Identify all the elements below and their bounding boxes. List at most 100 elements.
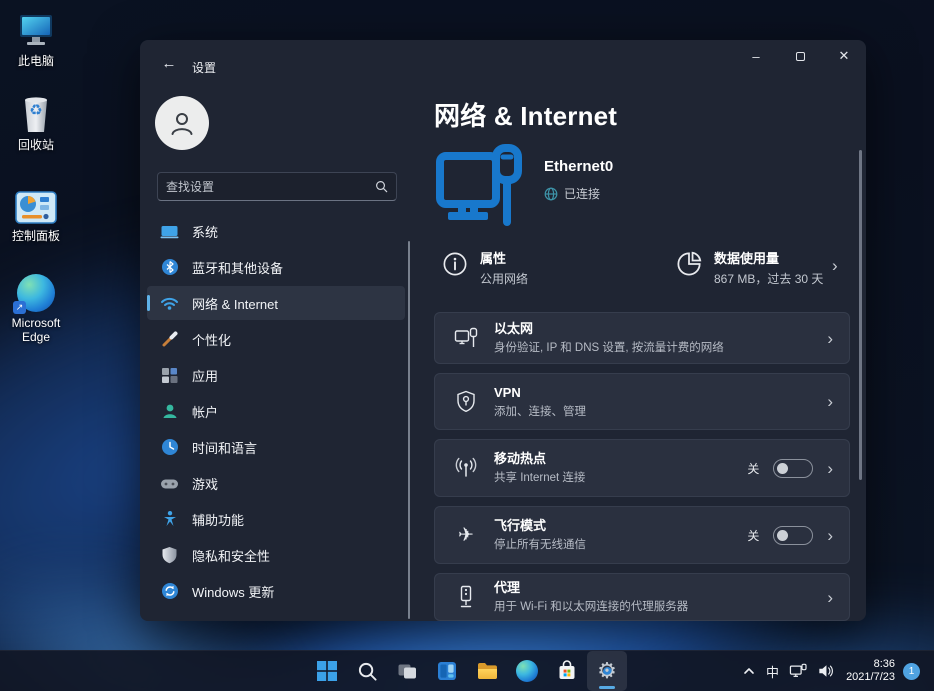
card-subtitle: 共享 Internet 连接 [494, 472, 586, 484]
ime-indicator[interactable]: 中 [761, 654, 784, 688]
sidebar-item-apps[interactable]: 应用 [147, 358, 405, 392]
settings-cards: 以太网 身份验证, IP 和 DNS 设置, 按流量计费的网络 › VPN 添加… [434, 312, 850, 621]
desktop-icon-control-panel[interactable]: 控制面板 [0, 183, 72, 243]
card-vpn[interactable]: VPN 添加、连接、管理 › [434, 373, 850, 430]
chevron-right-icon: › [827, 458, 833, 478]
tray-chevron-up[interactable] [737, 654, 761, 688]
card-title: VPN [494, 384, 521, 400]
start-button[interactable] [307, 651, 347, 691]
account-icon [160, 402, 179, 421]
desktop-icon-label: 此电脑 [17, 54, 54, 68]
page-title: 网络 & Internet [434, 101, 618, 131]
apps-icon [160, 366, 179, 385]
card-mobile-hotspot[interactable]: 移动热点 共享 Internet 连接 关 › [434, 439, 850, 497]
file-explorer-button[interactable] [467, 651, 507, 691]
recycle-symbol: ♻ [29, 102, 43, 120]
volume-tray-button[interactable] [812, 654, 840, 688]
sidebar-scrollbar[interactable] [408, 241, 410, 619]
system-icon [160, 222, 179, 241]
account-avatar[interactable] [155, 96, 209, 150]
properties-title: 属性 [480, 251, 507, 266]
desktop-icon-edge[interactable]: ↗ Microsoft Edge [0, 270, 72, 344]
wifi-icon [160, 294, 179, 313]
edge-icon [516, 660, 538, 682]
hotspot-toggle[interactable] [773, 458, 814, 478]
toggle-state-label: 关 [747, 461, 760, 476]
search-input[interactable] [166, 179, 375, 194]
card-subtitle: 用于 Wi-Fi 和以太网连接的代理服务器 [494, 601, 689, 613]
globe-icon [544, 187, 558, 200]
card-subtitle: 身份验证, IP 和 DNS 设置, 按流量计费的网络 [494, 342, 724, 354]
data-usage-block[interactable]: 数据使用量 867 MB，过去 30 天 [676, 251, 823, 287]
sidebar-item-accounts[interactable]: 帐户 [147, 394, 405, 428]
data-usage-subtitle: 867 MB，过去 30 天 [714, 272, 824, 286]
desktop-icon-label: 控制面板 [11, 229, 60, 243]
vpn-shield-icon [453, 390, 479, 413]
settings-search [157, 172, 397, 201]
speaker-icon [819, 665, 833, 677]
sidebar-item-accessibility[interactable]: 辅助功能 [147, 502, 405, 536]
sync-icon [160, 582, 179, 601]
gear-icon: ⚙ [597, 658, 617, 683]
network-tray-button[interactable] [784, 654, 812, 688]
brush-icon [160, 330, 179, 349]
sidebar-item-system[interactable]: 系统 [147, 214, 405, 248]
airplane-icon: ✈ [458, 524, 474, 546]
card-airplane-mode[interactable]: ✈ 飞行模式 停止所有无线通信 关 › [434, 506, 850, 564]
sidebar-item-bluetooth[interactable]: 蓝牙和其他设备 [147, 250, 405, 284]
folder-icon [477, 663, 497, 679]
taskbar-search-button[interactable] [347, 651, 387, 691]
toggle-state-label: 关 [747, 528, 760, 543]
card-title: 飞行模式 [494, 518, 547, 533]
sidebar-item-privacy[interactable]: 隐私和安全性 [147, 538, 405, 572]
chevron-right-icon: › [827, 392, 833, 411]
store-button[interactable] [547, 651, 587, 691]
card-proxy[interactable]: 代理 用于 Wi-Fi 和以太网连接的代理服务器 › [434, 573, 850, 621]
hotspot-icon [453, 456, 479, 480]
accessibility-icon [160, 510, 179, 529]
notification-badge[interactable]: 1 [903, 662, 920, 680]
recycle-bin-icon: ♻ [0, 92, 72, 134]
minimize-button[interactable]: – [734, 40, 778, 72]
desktop-icon-label: 回收站 [17, 138, 54, 152]
maximize-button[interactable] [778, 40, 822, 72]
widgets-button[interactable] [427, 651, 467, 691]
gamepad-icon [160, 474, 179, 493]
ethernet-icon [453, 327, 479, 349]
close-button[interactable]: ✕ [822, 40, 866, 72]
desktop-icon-recycle-bin[interactable]: ♻ 回收站 [0, 92, 72, 152]
main-scrollbar[interactable] [859, 150, 862, 480]
info-icon [443, 252, 467, 276]
sidebar-item-personalization[interactable]: 个性化 [147, 322, 405, 356]
quick-info-row: 属性 公用网络 数据使用量 867 MB，过去 30 天 › [434, 243, 850, 295]
bluetooth-icon [160, 258, 179, 277]
chevron-right-icon: › [827, 525, 833, 545]
sidebar-item-network[interactable]: 网络 & Internet [147, 286, 405, 320]
date-text: 2021/7/23 [846, 671, 895, 683]
card-title: 代理 [494, 580, 521, 595]
edge-button[interactable] [507, 651, 547, 691]
airplane-toggle[interactable] [773, 525, 814, 545]
sidebar-item-time-language[interactable]: 时间和语言 [147, 430, 405, 464]
clock[interactable]: 8:36 2021/7/23 [840, 658, 901, 684]
chevron-right-icon[interactable]: › [832, 257, 838, 274]
task-view-button[interactable] [387, 651, 427, 691]
settings-app-button[interactable]: ⚙ [587, 651, 627, 691]
person-icon [171, 113, 193, 135]
sidebar-item-gaming[interactable]: 游戏 [147, 466, 405, 500]
this-pc-icon [0, 8, 72, 50]
system-tray: 中 8:36 2021/7/23 1 [737, 651, 930, 691]
shortcut-arrow-icon: ↗ [13, 301, 26, 314]
edge-icon: ↗ [0, 270, 72, 314]
card-subtitle: 停止所有无线通信 [494, 539, 586, 551]
sidebar-item-windows-update[interactable]: Windows 更新 [147, 574, 405, 608]
back-button[interactable]: ← [152, 50, 186, 76]
widgets-icon [438, 662, 456, 680]
card-title: 以太网 [494, 321, 534, 336]
desktop-icon-this-pc[interactable]: 此电脑 [0, 8, 72, 68]
windows-logo-icon [317, 661, 337, 681]
card-ethernet[interactable]: 以太网 身份验证, IP 和 DNS 设置, 按流量计费的网络 › [434, 312, 850, 364]
ethernet-tray-icon [789, 663, 807, 677]
clock-icon [160, 438, 179, 457]
properties-block[interactable]: 属性 公用网络 [442, 251, 528, 287]
